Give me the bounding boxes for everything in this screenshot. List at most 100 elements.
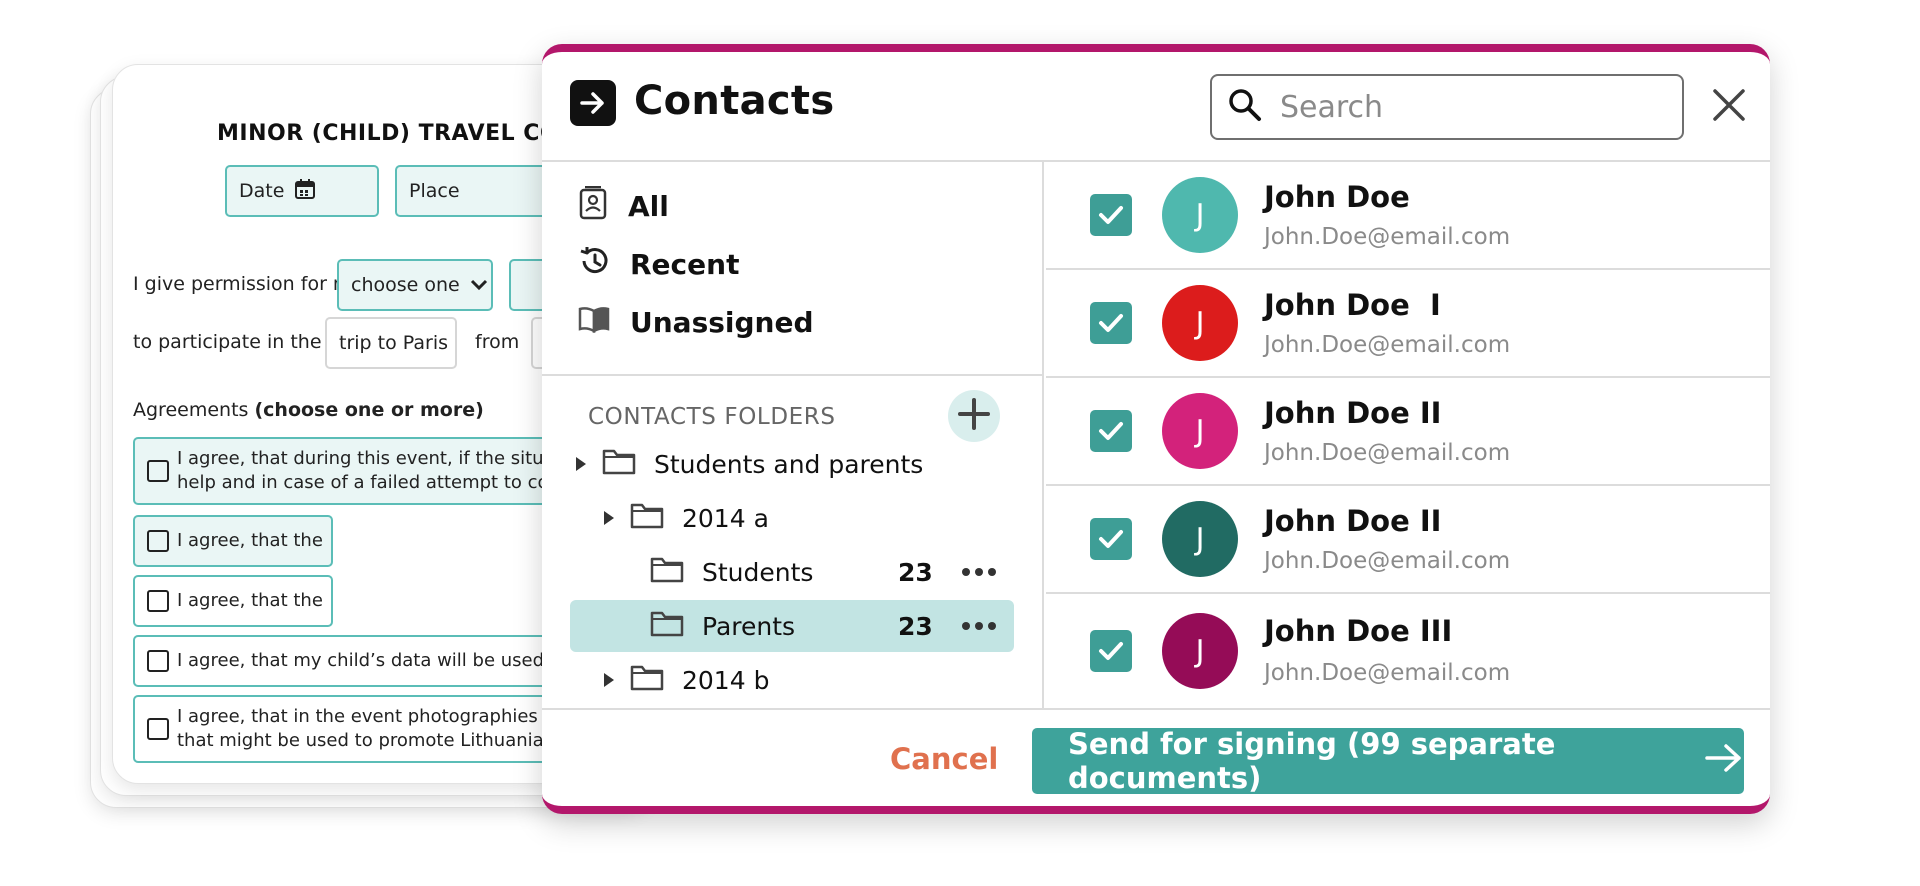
agreement-5-line1: I agree, that in the event photographies…	[177, 706, 554, 727]
folder-label: 2014 b	[682, 665, 770, 695]
search-icon	[1228, 88, 1262, 126]
nav-item-recent[interactable]: Recent	[578, 242, 739, 286]
contact-name: John Doe III	[1264, 614, 1453, 648]
avatar: J	[1162, 285, 1238, 361]
date-label: Date	[239, 180, 285, 202]
checked-checkbox-icon[interactable]	[1090, 630, 1132, 672]
nav-item-unassigned[interactable]: Unassigned	[578, 300, 814, 344]
agreement-text-1: I agree, that during this event, if the …	[177, 447, 549, 495]
choose-one-select[interactable]: choose one	[337, 259, 493, 311]
folder-label: 2014 a	[682, 503, 769, 533]
nav-label-unassigned: Unassigned	[630, 305, 814, 339]
caret-right-icon	[604, 673, 614, 687]
date-field[interactable]: Date	[225, 165, 379, 217]
contact-name: John Doe I	[1264, 288, 1441, 322]
folder-icon	[630, 663, 664, 697]
calendar-icon	[294, 178, 316, 205]
agreement-checkbox-1[interactable]: I agree, that during this event, if the …	[133, 437, 573, 505]
folder-2014-a[interactable]: 2014 a	[604, 492, 1004, 544]
folder-icon	[602, 447, 636, 481]
folder-label: Students and parents	[654, 449, 924, 479]
more-options-icon[interactable]	[962, 568, 996, 576]
place-label: Place	[409, 180, 460, 202]
search-input[interactable]	[1280, 89, 1660, 125]
search-box[interactable]	[1210, 74, 1684, 140]
divider	[542, 374, 1042, 376]
agreement-5-line2: that might be used to promote Lithuania	[177, 730, 544, 751]
document-title: MINOR (CHILD) TRAVEL CON	[217, 121, 579, 146]
folder-count: 23	[898, 611, 933, 641]
trip-field[interactable]: trip to Paris	[325, 317, 457, 369]
trip-value: trip to Paris	[339, 332, 448, 354]
agreement-text-3: I agree, that the	[177, 590, 323, 611]
contact-row[interactable]: J John Doe John.Doe@email.com	[1046, 162, 1770, 270]
contact-row[interactable]: J John Doe II John.Doe@email.com	[1046, 486, 1770, 594]
folder-students-and-parents[interactable]: Students and parents	[576, 438, 1016, 490]
choose-one-value: choose one	[351, 274, 460, 296]
agreement-1-line1: I agree, that during this event, if the …	[177, 448, 544, 469]
nav-label-all: All	[628, 189, 669, 223]
avatar: J	[1162, 613, 1238, 689]
checkbox-icon	[147, 718, 169, 740]
contact-email: John.Doe@email.com	[1264, 224, 1511, 250]
folder-parents[interactable]: Parents 23	[570, 600, 1014, 652]
checkbox-icon	[147, 460, 169, 482]
contacts-folders-label: CONTACTS FOLDERS	[588, 404, 836, 430]
contact-email: John.Doe@email.com	[1264, 548, 1511, 574]
from-text: from	[475, 331, 520, 353]
agreement-text-2: I agree, that the	[177, 530, 323, 551]
contact-row[interactable]: J John Doe II John.Doe@email.com	[1046, 378, 1770, 486]
send-button-label: Send for signing (99 separate documents)	[1068, 727, 1556, 795]
checked-checkbox-icon[interactable]	[1090, 410, 1132, 452]
cancel-button[interactable]: Cancel	[890, 742, 998, 776]
contact-book-icon	[578, 185, 608, 227]
avatar: J	[1162, 177, 1238, 253]
contact-row[interactable]: J John Doe I John.Doe@email.com	[1046, 270, 1770, 378]
arrow-right-icon	[1704, 742, 1744, 781]
checked-checkbox-icon[interactable]	[1090, 518, 1132, 560]
permission-text: I give permission for my	[133, 273, 363, 295]
avatar: J	[1162, 501, 1238, 577]
folder-label: Students	[702, 557, 814, 587]
send-for-signing-button[interactable]: Send for signing (99 separate documents)	[1032, 727, 1744, 795]
folder-label: Parents	[702, 611, 796, 641]
close-icon[interactable]	[1708, 84, 1750, 126]
agreements-heading: Agreements (choose one or more)	[133, 399, 484, 421]
contact-name: John Doe II	[1264, 504, 1442, 538]
open-book-icon	[578, 305, 610, 340]
checked-checkbox-icon[interactable]	[1090, 194, 1132, 236]
agreement-checkbox-2[interactable]: I agree, that the	[133, 515, 333, 567]
contact-email: John.Doe@email.com	[1264, 660, 1511, 686]
agreement-1-line2: help and in case of a failed attempt to …	[177, 472, 549, 493]
agreement-checkbox-5[interactable]: I agree, that in the event photographies…	[133, 695, 573, 763]
agreements-label: Agreements	[133, 399, 249, 421]
arrow-right-logo-icon	[570, 80, 616, 126]
contact-email: John.Doe@email.com	[1264, 332, 1511, 358]
modal-footer: Cancel Send for signing (99 separate doc…	[542, 708, 1770, 806]
caret-right-icon	[604, 511, 614, 525]
avatar: J	[1162, 393, 1238, 469]
checked-checkbox-icon[interactable]	[1090, 302, 1132, 344]
contacts-sidebar: All Recent Unassigned CONTACTS FOLDERS S…	[542, 162, 1044, 708]
contact-row[interactable]: J John Doe III John.Doe@email.com	[1046, 594, 1770, 708]
history-icon	[578, 245, 610, 284]
folder-2014-b[interactable]: 2014 b	[604, 654, 1004, 706]
checkbox-icon	[147, 650, 169, 672]
contacts-list: J John Doe John.Doe@email.com J John Doe…	[1046, 162, 1770, 708]
modal-header: Contacts	[542, 52, 1770, 162]
nav-label-recent: Recent	[630, 247, 740, 281]
agreements-hint: (choose one or more)	[254, 399, 484, 421]
more-options-icon[interactable]	[962, 622, 996, 630]
agreement-checkbox-4[interactable]: I agree, that my child’s data will be us…	[133, 635, 573, 687]
agreement-checkbox-3[interactable]: I agree, that the	[133, 575, 333, 627]
checkbox-icon	[147, 530, 169, 552]
chevron-down-icon	[470, 274, 488, 296]
add-folder-button[interactable]	[948, 390, 1000, 442]
nav-item-all[interactable]: All	[578, 184, 669, 228]
agreement-text-4: I agree, that my child’s data will be us…	[177, 650, 545, 671]
folder-icon	[650, 609, 684, 643]
folder-students[interactable]: Students 23	[570, 546, 1014, 598]
modal-title: Contacts	[634, 78, 835, 124]
participate-text: to participate in the	[133, 331, 322, 353]
contacts-modal: Contacts All Recent U	[542, 44, 1770, 814]
